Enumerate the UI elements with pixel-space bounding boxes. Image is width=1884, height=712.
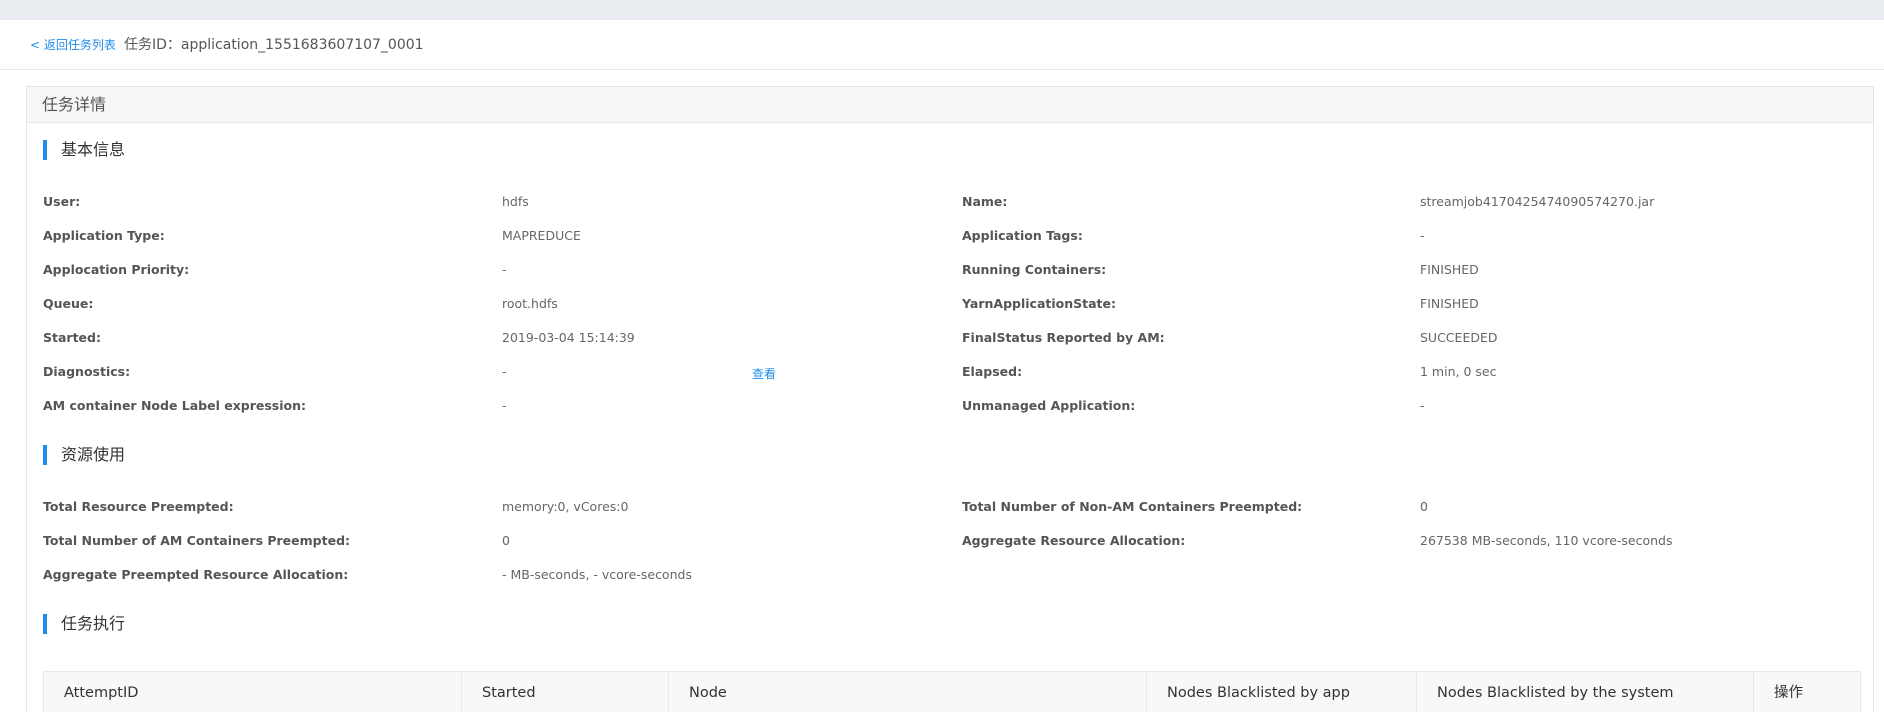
field-label: FinalStatus Reported by AM:	[962, 330, 1165, 345]
field-label: Total Number of Non-AM Containers Preemp…	[962, 499, 1303, 514]
section-title-resource-usage: 资源使用	[43, 445, 125, 465]
field-value: -	[502, 364, 507, 379]
column-header-attempt-id[interactable]: AttemptID	[44, 672, 462, 712]
field-label: Name:	[962, 194, 1008, 209]
task-id-label: 任务ID：application_1551683607107_0001	[124, 37, 424, 53]
page-header: < 返回任务列表 任务ID：application_1551683607107_…	[0, 20, 1884, 70]
field-label: YarnApplicationState:	[962, 296, 1116, 311]
back-to-task-list-link[interactable]: < 返回任务列表	[30, 36, 116, 53]
task-detail-panel: 任务详情 基本信息 User: hdfs Name: streamjob4170…	[26, 86, 1874, 712]
info-row: Total Number of AM Containers Preempted:…	[27, 531, 1875, 551]
field-label: Queue:	[43, 296, 94, 311]
info-row: Application Type: MAPREDUCE Application …	[27, 226, 1875, 246]
field-value: FINISHED	[1420, 262, 1479, 277]
field-value: -	[502, 262, 507, 277]
info-row: Applocation Priority: - Running Containe…	[27, 260, 1875, 280]
field-value: FINISHED	[1420, 296, 1479, 311]
info-row: User: hdfs Name: streamjob41704254740905…	[27, 192, 1875, 212]
column-header-blacklisted-by-app[interactable]: Nodes Blacklisted by app	[1147, 672, 1417, 712]
attempts-table: AttemptID Started Node Nodes Blacklisted…	[43, 671, 1861, 712]
field-value: - MB-seconds, - vcore-seconds	[502, 567, 692, 582]
field-label: Application Type:	[43, 228, 165, 243]
field-label: Applocation Priority:	[43, 262, 190, 277]
info-row: Aggregate Preempted Resource Allocation:…	[27, 565, 1875, 585]
field-label: Running Containers:	[962, 262, 1107, 277]
field-value: streamjob4170425474090574270.jar	[1420, 194, 1655, 209]
field-value: -	[502, 398, 507, 413]
field-value: 1 min, 0 sec	[1420, 364, 1497, 379]
field-label: Application Tags:	[962, 228, 1083, 243]
field-label: Started:	[43, 330, 101, 345]
column-header-started[interactable]: Started	[462, 672, 669, 712]
info-row: Started: 2019-03-04 15:14:39 FinalStatus…	[27, 328, 1875, 348]
field-label: Aggregate Preempted Resource Allocation:	[43, 567, 349, 582]
field-value: -	[1420, 398, 1425, 413]
field-value: SUCCEEDED	[1420, 330, 1498, 345]
field-value: MAPREDUCE	[502, 228, 581, 243]
field-value: 267538 MB-seconds, 110 vcore-seconds	[1420, 533, 1673, 548]
field-label: Total Number of AM Containers Preempted:	[43, 533, 351, 548]
top-bar	[0, 0, 1884, 20]
field-value: 0	[1420, 499, 1428, 514]
column-header-blacklisted-by-system[interactable]: Nodes Blacklisted by the system	[1417, 672, 1754, 712]
field-value: 0	[502, 533, 510, 548]
info-row: AM container Node Label expression: - Un…	[27, 396, 1875, 416]
column-header-node[interactable]: Node	[669, 672, 1147, 712]
field-value: root.hdfs	[502, 296, 558, 311]
info-row: Total Resource Preempted: memory:0, vCor…	[27, 497, 1875, 517]
info-row: Diagnostics: - 查看 Elapsed: 1 min, 0 sec	[27, 362, 1875, 382]
section-title-basic-info: 基本信息	[43, 140, 125, 160]
field-label: Aggregate Resource Allocation:	[962, 533, 1186, 548]
field-label: Unmanaged Application:	[962, 398, 1136, 413]
info-row: Queue: root.hdfs YarnApplicationState: F…	[27, 294, 1875, 314]
field-label: Total Resource Preempted:	[43, 499, 234, 514]
panel-title: 任务详情	[27, 87, 1873, 123]
section-title-task-execution: 任务执行	[43, 614, 125, 634]
field-label: Elapsed:	[962, 364, 1023, 379]
diagnostics-view-link[interactable]: 查看	[752, 364, 776, 384]
column-header-actions: 操作	[1774, 685, 1803, 701]
field-label: AM container Node Label expression:	[43, 398, 307, 413]
field-value: 2019-03-04 15:14:39	[502, 330, 635, 345]
field-value: memory:0, vCores:0	[502, 499, 629, 514]
field-label: User:	[43, 194, 81, 209]
field-value: -	[1420, 228, 1425, 243]
field-value: hdfs	[502, 194, 529, 209]
field-label: Diagnostics:	[43, 364, 131, 379]
